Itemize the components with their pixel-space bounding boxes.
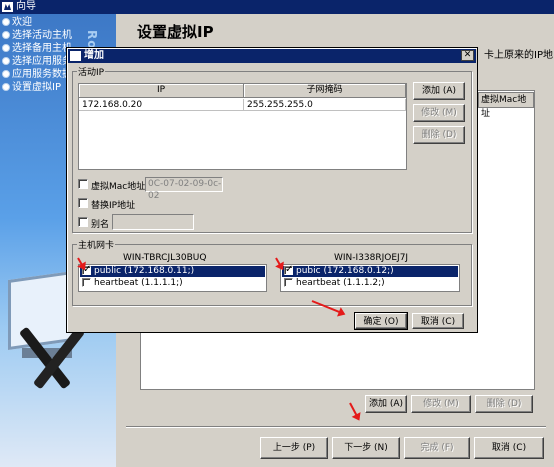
step-bullet-icon	[2, 44, 10, 52]
dialog-add-button[interactable]: 添加 (A)	[413, 82, 465, 100]
host1-nic-list[interactable]: public (172.168.0.11;) heartbeat (1.1.1.…	[78, 264, 267, 292]
virtual-mac-field[interactable]: 0C-07-02-09-0c-02	[145, 177, 223, 201]
add-virtual-ip-dialog: 增加 ✕ 活动IP IP 子网掩码 172.168.0.20 255.255.2…	[66, 47, 478, 333]
step-bullet-icon	[2, 31, 10, 39]
dialog-edit-button[interactable]: 修改 (M)	[413, 104, 465, 122]
app-logo-icon	[70, 51, 81, 61]
window-titlebar: 向导	[0, 0, 554, 14]
prev-button[interactable]: 上一步 (P)	[260, 437, 328, 459]
window-title: 向导	[16, 1, 36, 12]
nav-step-standby-host[interactable]: 选择备用主机	[2, 42, 72, 55]
page-title: 设置虚拟IP	[137, 23, 214, 41]
step-bullet-icon	[2, 18, 10, 26]
list-column-virtual-mac[interactable]: 虚拟Mac地址	[478, 92, 534, 119]
replace-ip-checkbox[interactable]	[78, 198, 88, 208]
host2-nic-list[interactable]: pubic (172.168.0.12;) heartbeat (1.1.1.2…	[280, 264, 460, 292]
nav-step-active-host[interactable]: 选择活动主机	[2, 29, 72, 42]
nav-step-app-service[interactable]: 选择应用服务	[2, 55, 72, 68]
column-header-ip[interactable]: IP	[79, 84, 244, 98]
list-item[interactable]: heartbeat (1.1.1.1;)	[80, 278, 265, 289]
virtual-mac-label: 虚拟Mac地址	[91, 182, 146, 192]
virtual-mac-checkbox[interactable]	[78, 179, 88, 189]
nic-checkbox[interactable]	[82, 278, 91, 287]
dialog-title: 增加	[84, 50, 104, 61]
footer-divider	[126, 426, 546, 428]
next-button[interactable]: 下一步 (N)	[332, 437, 400, 459]
page-description: 卡上原来的IP地	[484, 50, 553, 61]
host-name-1: WIN-TBRCJL30BUQ	[123, 253, 207, 263]
close-icon[interactable]: ✕	[461, 50, 474, 61]
ok-button[interactable]: 确定 (O)	[354, 312, 408, 330]
nav-step-welcome[interactable]: 欢迎	[2, 16, 32, 29]
cancel-button[interactable]: 取消 (C)	[474, 437, 544, 459]
nic-checkbox[interactable]	[284, 278, 293, 287]
alias-label: 别名	[91, 220, 110, 230]
dialog-delete-button[interactable]: 删除 (D)	[413, 126, 465, 144]
step-bullet-icon	[2, 70, 10, 78]
dialog-titlebar: 增加 ✕	[68, 49, 476, 63]
alias-checkbox[interactable]	[78, 217, 88, 227]
table-cell-ip[interactable]: 172.168.0.20	[79, 99, 244, 111]
edit-ip-button[interactable]: 修改 (M)	[411, 395, 471, 413]
list-item[interactable]: public (172.168.0.11;)	[80, 264, 265, 277]
finish-button[interactable]: 完成 (F)	[404, 437, 470, 459]
list-item[interactable]: pubic (172.168.0.12;)	[282, 264, 458, 277]
table-cell-mask[interactable]: 255.255.255.0	[244, 99, 406, 111]
delete-ip-button[interactable]: 删除 (D)	[475, 395, 533, 413]
nav-step-app-data[interactable]: 应用服务数据	[2, 68, 72, 81]
host-name-2: WIN-I338RJOEJ7J	[334, 253, 409, 263]
active-ip-group-label: 活动IP	[77, 65, 106, 78]
host-nic-group-label: 主机网卡	[77, 238, 116, 251]
step-bullet-icon	[2, 57, 10, 65]
app-logo-icon	[2, 2, 13, 12]
column-header-mask[interactable]: 子网掩码	[244, 84, 406, 98]
add-ip-button[interactable]: 添加 (A)	[365, 395, 407, 413]
alias-field[interactable]	[112, 214, 194, 230]
list-item[interactable]: heartbeat (1.1.1.2;)	[282, 278, 458, 289]
step-bullet-icon	[2, 83, 10, 91]
dialog-cancel-button[interactable]: 取消 (C)	[412, 313, 464, 329]
ip-table[interactable]: IP 子网掩码 172.168.0.20 255.255.255.0	[78, 83, 407, 170]
nav-step-virtual-ip[interactable]: 设置虚拟IP	[2, 81, 61, 94]
replace-ip-label: 替换IP地址	[91, 201, 136, 211]
